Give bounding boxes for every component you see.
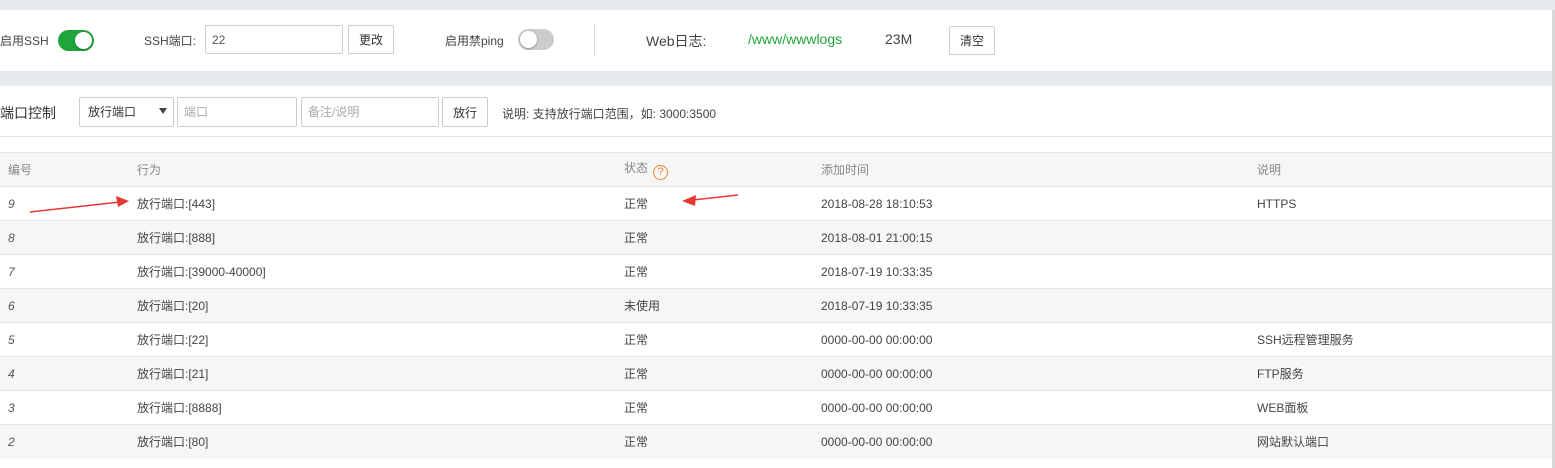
port-range-hint: 说明: 支持放行端口范围，如: 3000:3500: [502, 107, 717, 121]
cell-time: 0000-00-00 00:00:00: [821, 434, 933, 449]
header-id: 编号: [8, 163, 33, 177]
cell-id: 4: [8, 366, 15, 381]
cell-status: 正常: [624, 367, 649, 381]
cell-id: 7: [8, 264, 15, 279]
change-port-button[interactable]: 更改: [348, 25, 394, 54]
ssh-port-input[interactable]: [205, 25, 343, 54]
cell-action: 放行端口:[22]: [137, 333, 209, 347]
cell-status: 正常: [624, 401, 649, 415]
cell-note: [1257, 289, 1555, 323]
table-header-row: 编号 行为 状态? 添加时间 说明: [0, 152, 1555, 187]
table-row: 8 放行端口:[888] 正常 2018-08-01 21:00:15: [0, 220, 1555, 255]
cell-action: 放行端口:[20]: [137, 299, 209, 313]
cell-time: 0000-00-00 00:00:00: [821, 332, 933, 347]
header-action: 行为: [137, 163, 162, 177]
table-row: 3 放行端口:[8888] 正常 0000-00-00 00:00:00 WEB面板: [0, 390, 1555, 425]
table-row: 7 放行端口:[39000-40000] 正常 2018-07-19 10:33:35: [0, 254, 1555, 289]
table-row: 5 放行端口:[22] 正常 0000-00-00 00:00:00 SSH远程管理服务: [0, 322, 1555, 357]
cell-id: 6: [8, 298, 15, 313]
cell-id: 5: [8, 332, 15, 347]
weblog-label: Web日志:: [646, 33, 707, 49]
allow-port-button[interactable]: 放行: [442, 97, 488, 127]
disable-ping-label: 启用禁ping: [445, 34, 504, 48]
top-gap: [0, 0, 1555, 10]
cell-time: 2018-07-19 10:33:35: [821, 298, 933, 313]
cell-note: WEB面板: [1257, 401, 1309, 415]
cell-status: 正常: [624, 333, 649, 347]
header-status: 状态?: [624, 153, 821, 187]
port-input[interactable]: [177, 97, 297, 127]
header-note: 说明: [1257, 163, 1282, 177]
cell-action: 放行端口:[80]: [137, 435, 209, 450]
cell-action: 放行端口:[39000-40000]: [137, 265, 266, 279]
table-row: 9 放行端口:[443] 正常 2018-08-28 18:10:53 HTTPS: [0, 186, 1555, 221]
port-control-title: 端口控制: [0, 105, 56, 121]
cell-action: 放行端口:[21]: [137, 367, 209, 381]
port-rules-table: 编号 行为 状态? 添加时间 说明 9 放行端口:[443] 正常 2018-08-2…: [0, 152, 1555, 459]
cell-note: [1257, 221, 1555, 255]
cell-id: 2: [8, 434, 15, 449]
enable-ssh-label: 启用SSH: [0, 34, 49, 48]
divider: [594, 24, 595, 56]
weblog-path-link[interactable]: /www/wwwlogs: [748, 31, 842, 47]
caret-down-icon: [159, 108, 167, 114]
cell-time: 0000-00-00 00:00:00: [821, 400, 933, 415]
action-select-value: 放行端口: [88, 105, 137, 119]
ssh-toggle[interactable]: [58, 30, 94, 51]
ssh-port-label: SSH端口:: [144, 34, 197, 48]
cell-id: 9: [8, 196, 15, 211]
section-divider: [0, 136, 1555, 137]
cell-status: 正常: [624, 265, 649, 279]
table-row: 6 放行端口:[20] 未使用 2018-07-19 10:33:35: [0, 288, 1555, 323]
header-time: 添加时间: [821, 163, 870, 177]
clear-logs-button[interactable]: 清空: [949, 26, 995, 55]
toggle-knob: [75, 32, 92, 49]
cell-status: 正常: [624, 435, 649, 450]
table-row: 4 放行端口:[21] 正常 0000-00-00 00:00:00 FTP服务: [0, 356, 1555, 391]
cell-status: 正常: [624, 197, 649, 211]
cell-note: 网站默认端口: [1257, 435, 1330, 450]
cell-action: 放行端口:[8888]: [137, 401, 222, 415]
cell-id: 3: [8, 400, 15, 415]
cell-note: FTP服务: [1257, 367, 1304, 381]
cell-status: 未使用: [624, 299, 661, 313]
toggle-knob: [520, 31, 537, 48]
cell-note: [1257, 255, 1555, 289]
cell-id: 8: [8, 230, 15, 245]
cell-time: 2018-08-28 18:10:53: [821, 196, 933, 211]
table-row: 2 放行端口:[80] 正常 0000-00-00 00:00:00 网站默认端口: [0, 424, 1555, 459]
weblog-size: 23M: [885, 31, 913, 47]
action-select[interactable]: 放行端口: [79, 97, 174, 127]
cell-status: 正常: [624, 231, 649, 245]
ping-toggle[interactable]: [518, 29, 554, 50]
note-input[interactable]: [301, 97, 439, 127]
cell-action: 放行端口:[888]: [137, 231, 216, 245]
cell-note: HTTPS: [1257, 196, 1297, 211]
help-icon[interactable]: ?: [653, 165, 669, 180]
cell-action: 放行端口:[443]: [137, 197, 216, 211]
cell-time: 2018-07-19 10:33:35: [821, 264, 933, 279]
header-status-label: 状态: [624, 161, 649, 175]
cell-time: 0000-00-00 00:00:00: [821, 366, 933, 381]
cell-time: 2018-08-01 21:00:15: [821, 230, 933, 245]
cell-note: SSH远程管理服务: [1257, 333, 1354, 347]
